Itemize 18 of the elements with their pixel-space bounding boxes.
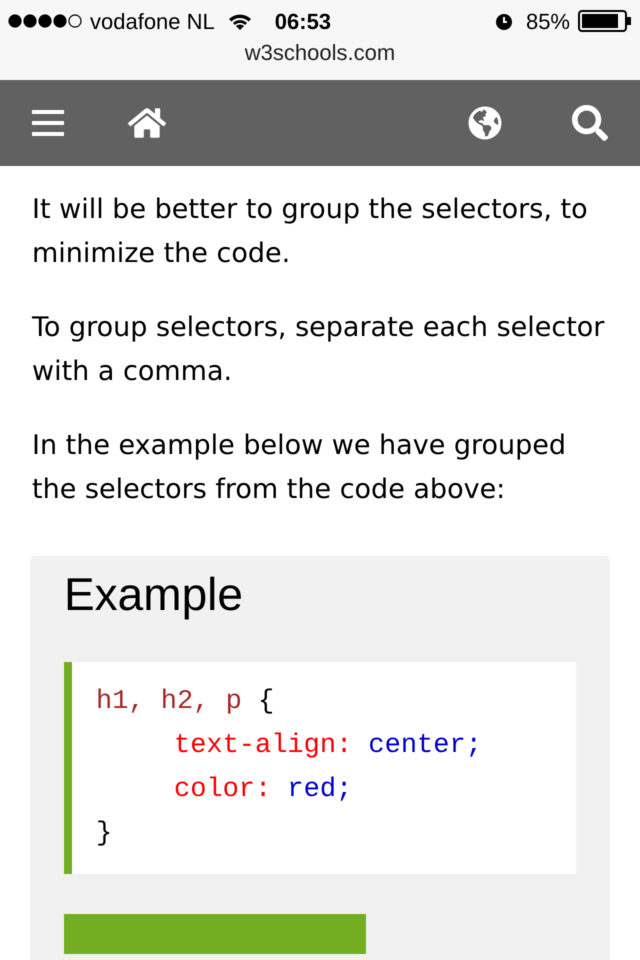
example-heading: Example	[64, 568, 244, 620]
signal-strength-icon	[8, 14, 82, 28]
battery-icon	[578, 10, 632, 32]
code-line: }	[96, 818, 112, 851]
alarm-clock-icon	[494, 11, 514, 31]
body-paragraph: In the example below we have grouped the selectors from the code above:	[32, 429, 568, 507]
address-url[interactable]: w3schools.com	[244, 42, 396, 64]
code-line: h1, h2, p {	[96, 686, 274, 719]
search-icon[interactable]	[572, 105, 608, 141]
body-paragraph: To group selectors, separate each selector with a comma.	[32, 311, 606, 389]
globe-icon[interactable]	[468, 106, 502, 140]
carrier-name: vodafone NL	[90, 8, 215, 36]
menu-icon[interactable]	[32, 109, 64, 137]
clock-time: 06:53	[274, 8, 332, 36]
body-paragraph: It will be better to group the selectors, to minimize the code.	[32, 193, 589, 271]
battery-percentage: 85%	[526, 8, 570, 36]
code-line: color: red;	[173, 774, 352, 807]
code-line: text-align: center;	[173, 730, 482, 763]
